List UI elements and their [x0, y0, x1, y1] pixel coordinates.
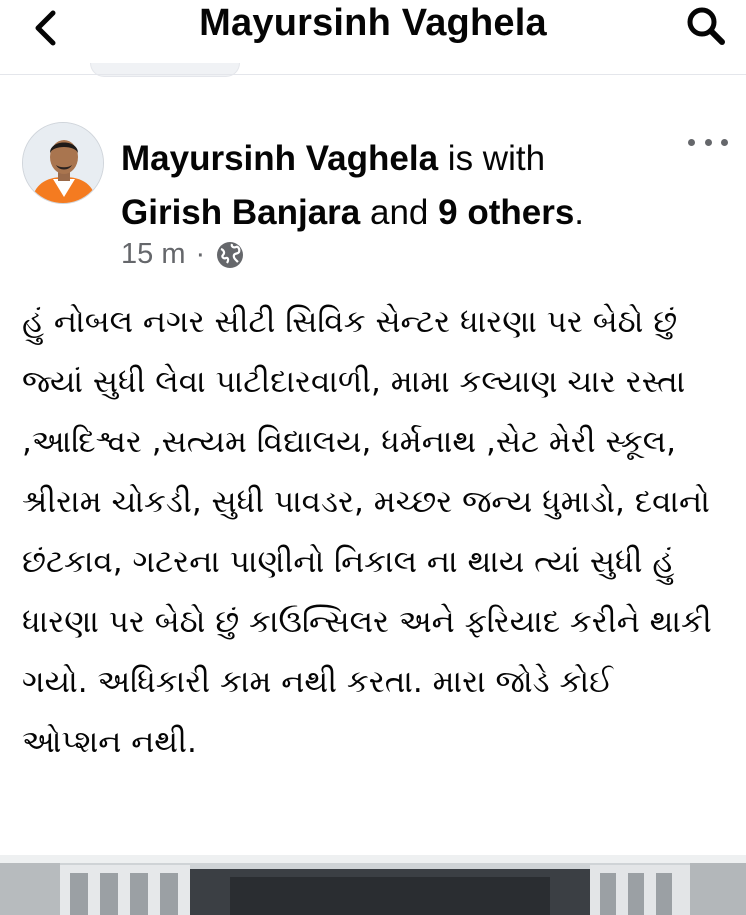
others-link[interactable]: 9 others: [438, 193, 574, 232]
search-button[interactable]: [680, 2, 732, 50]
post-body-text: હું નોબલ નગર સીટી સિવિક સેન્ટર ધારણા પર …: [22, 304, 722, 760]
more-dot: [704, 138, 712, 146]
divider: [0, 74, 746, 75]
with-text: is with: [438, 139, 546, 178]
post-header: Mayursinh Vaghela is with Girish Banjara …: [0, 110, 746, 285]
post-meta: 15 m ·: [121, 238, 245, 271]
more-dot: [721, 138, 728, 146]
page-title: Mayursinh Vaghela: [199, 2, 547, 44]
tagged-friend-link[interactable]: Girish Banjara: [121, 193, 360, 232]
more-horizontal-icon: [688, 138, 695, 146]
meta-separator: ·: [195, 238, 206, 270]
avatar[interactable]: [22, 122, 104, 204]
globe-icon: [217, 241, 244, 268]
author-name-link[interactable]: Mayursinh Vaghela: [121, 139, 438, 178]
search-icon: [687, 7, 725, 45]
top-bar: Mayursinh Vaghela: [0, 0, 746, 70]
profile-photo: [23, 123, 103, 203]
post-author-line: Mayursinh Vaghela is with Girish Banjara …: [121, 132, 681, 240]
period-text: .: [574, 193, 585, 232]
more-options-button[interactable]: [688, 130, 728, 154]
post-image[interactable]: [0, 855, 746, 915]
post-time[interactable]: 15 m: [121, 238, 185, 271]
post-photo: [0, 855, 746, 915]
and-text: and: [360, 193, 439, 232]
